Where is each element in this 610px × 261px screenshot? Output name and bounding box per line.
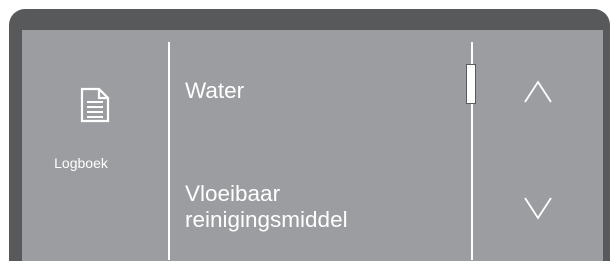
scroll-up-button[interactable] bbox=[473, 50, 603, 140]
list-item-liquid-detergent[interactable]: Vloeibaar reinigingsmiddel bbox=[185, 181, 455, 233]
document-icon bbox=[80, 87, 110, 123]
display-screen: Logboek Water Vloeibaar reinigingsmiddel bbox=[22, 30, 603, 261]
list-item-label-line1: Vloeibaar bbox=[185, 181, 281, 206]
chevron-up-icon bbox=[524, 80, 552, 103]
chevron-down-icon bbox=[524, 197, 552, 220]
logbook-label: Logboek bbox=[54, 155, 108, 171]
logbook-button[interactable]: Logboek bbox=[22, 30, 168, 261]
scroll-down-button[interactable] bbox=[473, 166, 603, 256]
left-divider bbox=[168, 42, 170, 260]
list-item-water[interactable]: Water bbox=[185, 78, 455, 104]
list-item-label: Water bbox=[185, 78, 245, 103]
device-bezel: Logboek Water Vloeibaar reinigingsmiddel bbox=[9, 9, 610, 261]
list-item-label-line2: reinigingsmiddel bbox=[185, 207, 348, 232]
